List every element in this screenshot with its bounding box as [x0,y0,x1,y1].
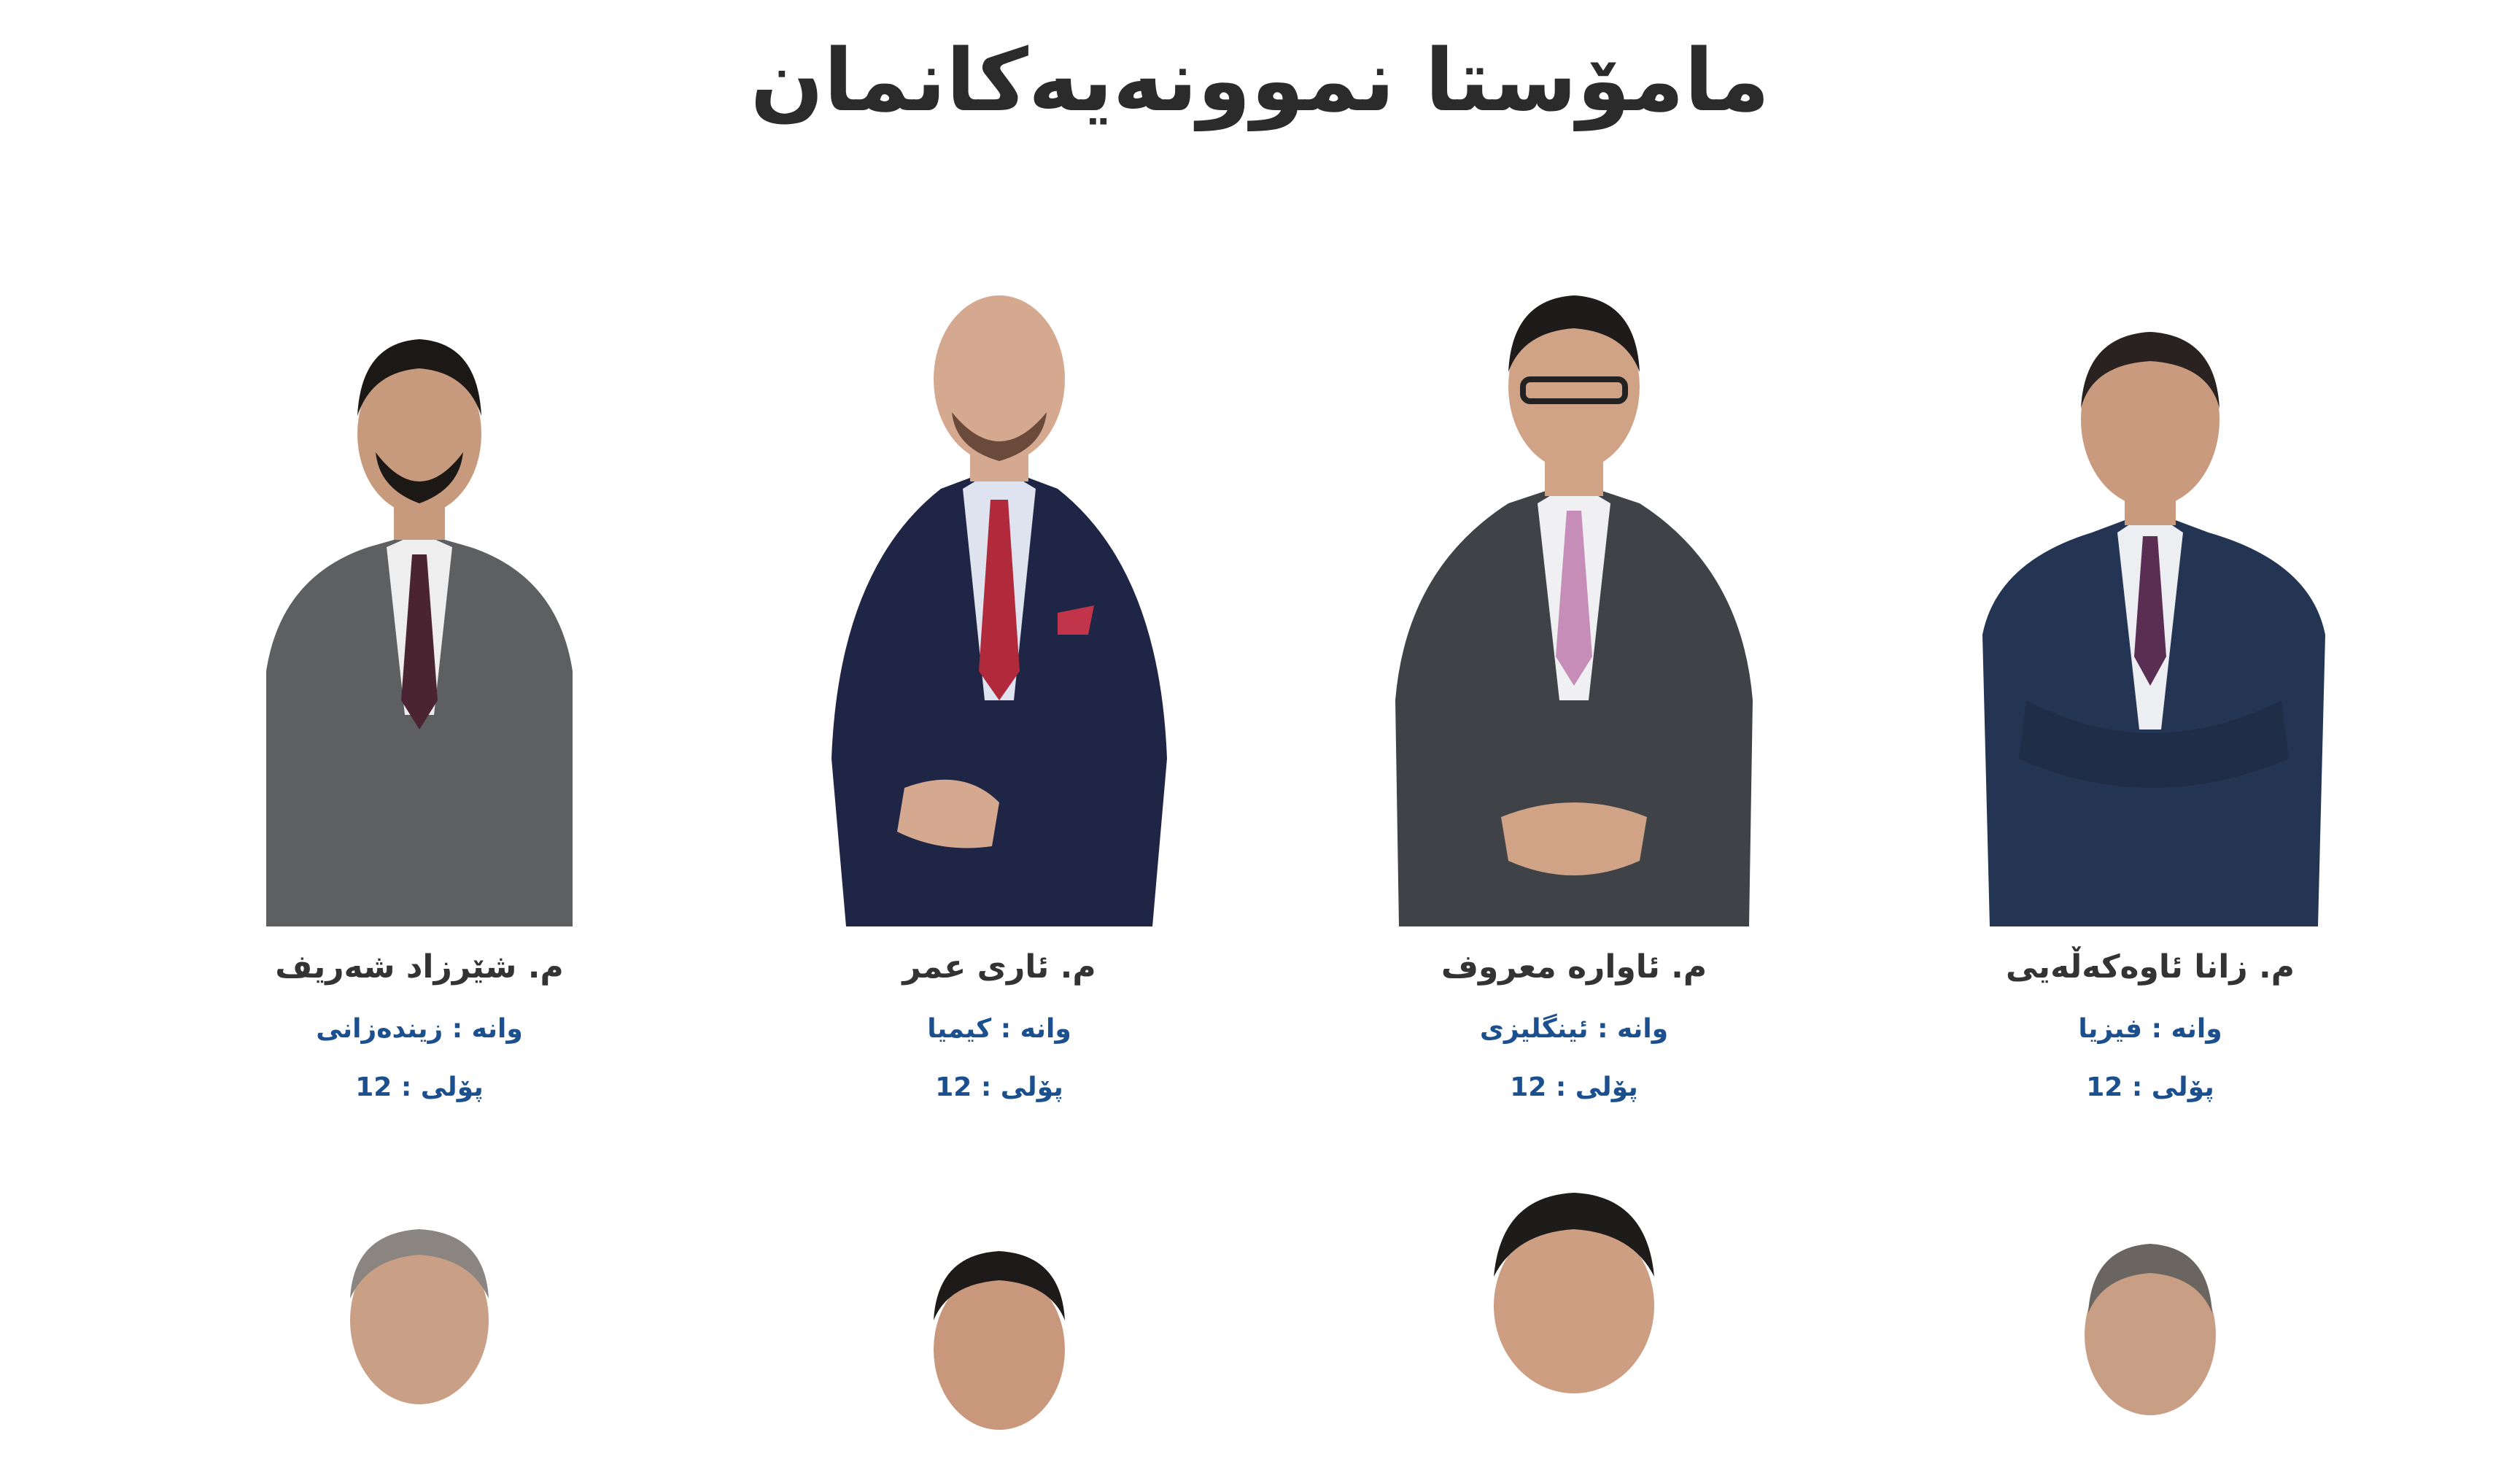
teacher-photo [817,1240,1182,1459]
teacher-grade: پۆلی : 12 [2086,1072,2214,1102]
teacher-photo [1392,1182,1756,1401]
teacher-name: م. زانا ئاوەکەڵەیی [2006,948,2295,986]
teacher-grade: پۆلی : 12 [935,1072,1063,1102]
teacher-subject: وانە : ئینگلیزی [1479,1014,1669,1044]
teachers-grid: م. زانا ئاوەکەڵەیی وانە : فیزیا پۆلی : 1… [0,0,2520,1430]
teacher-subject: وانە : فیزیا [2078,1014,2222,1044]
teacher-grade: پۆلی : 12 [1510,1072,1638,1102]
teacher-portrait [266,339,573,926]
teacher-subject: وانە : کیمیا [927,1014,1071,1044]
teacher-name: م. شێرزاد شەریف [275,948,564,986]
teacher-photo [1968,1226,2333,1444]
teacher-portrait [831,295,1167,926]
teacher-subject: وانە : زیندەزانی [316,1014,523,1044]
teacher-portrait [2085,1244,2216,1415]
teacher-grade: پۆلی : 12 [355,1072,484,1102]
teacher-photo [1392,292,1756,926]
face [934,295,1065,463]
teacher-portrait [350,1229,489,1404]
teacher-name: م. ئاری عمر [902,948,1096,986]
teacher-portrait [934,1251,1065,1430]
hands [1501,802,1647,875]
teacher-portrait [1494,1193,1654,1393]
teacher-portrait [1982,332,2325,926]
teacher-photo [237,292,602,926]
teacher-portrait [1395,295,1753,926]
teacher-name: م. ئاوارە معروف [1441,948,1707,986]
teacher-photo [237,1211,602,1430]
teacher-photo [817,292,1182,926]
teacher-photo [1968,292,2333,926]
